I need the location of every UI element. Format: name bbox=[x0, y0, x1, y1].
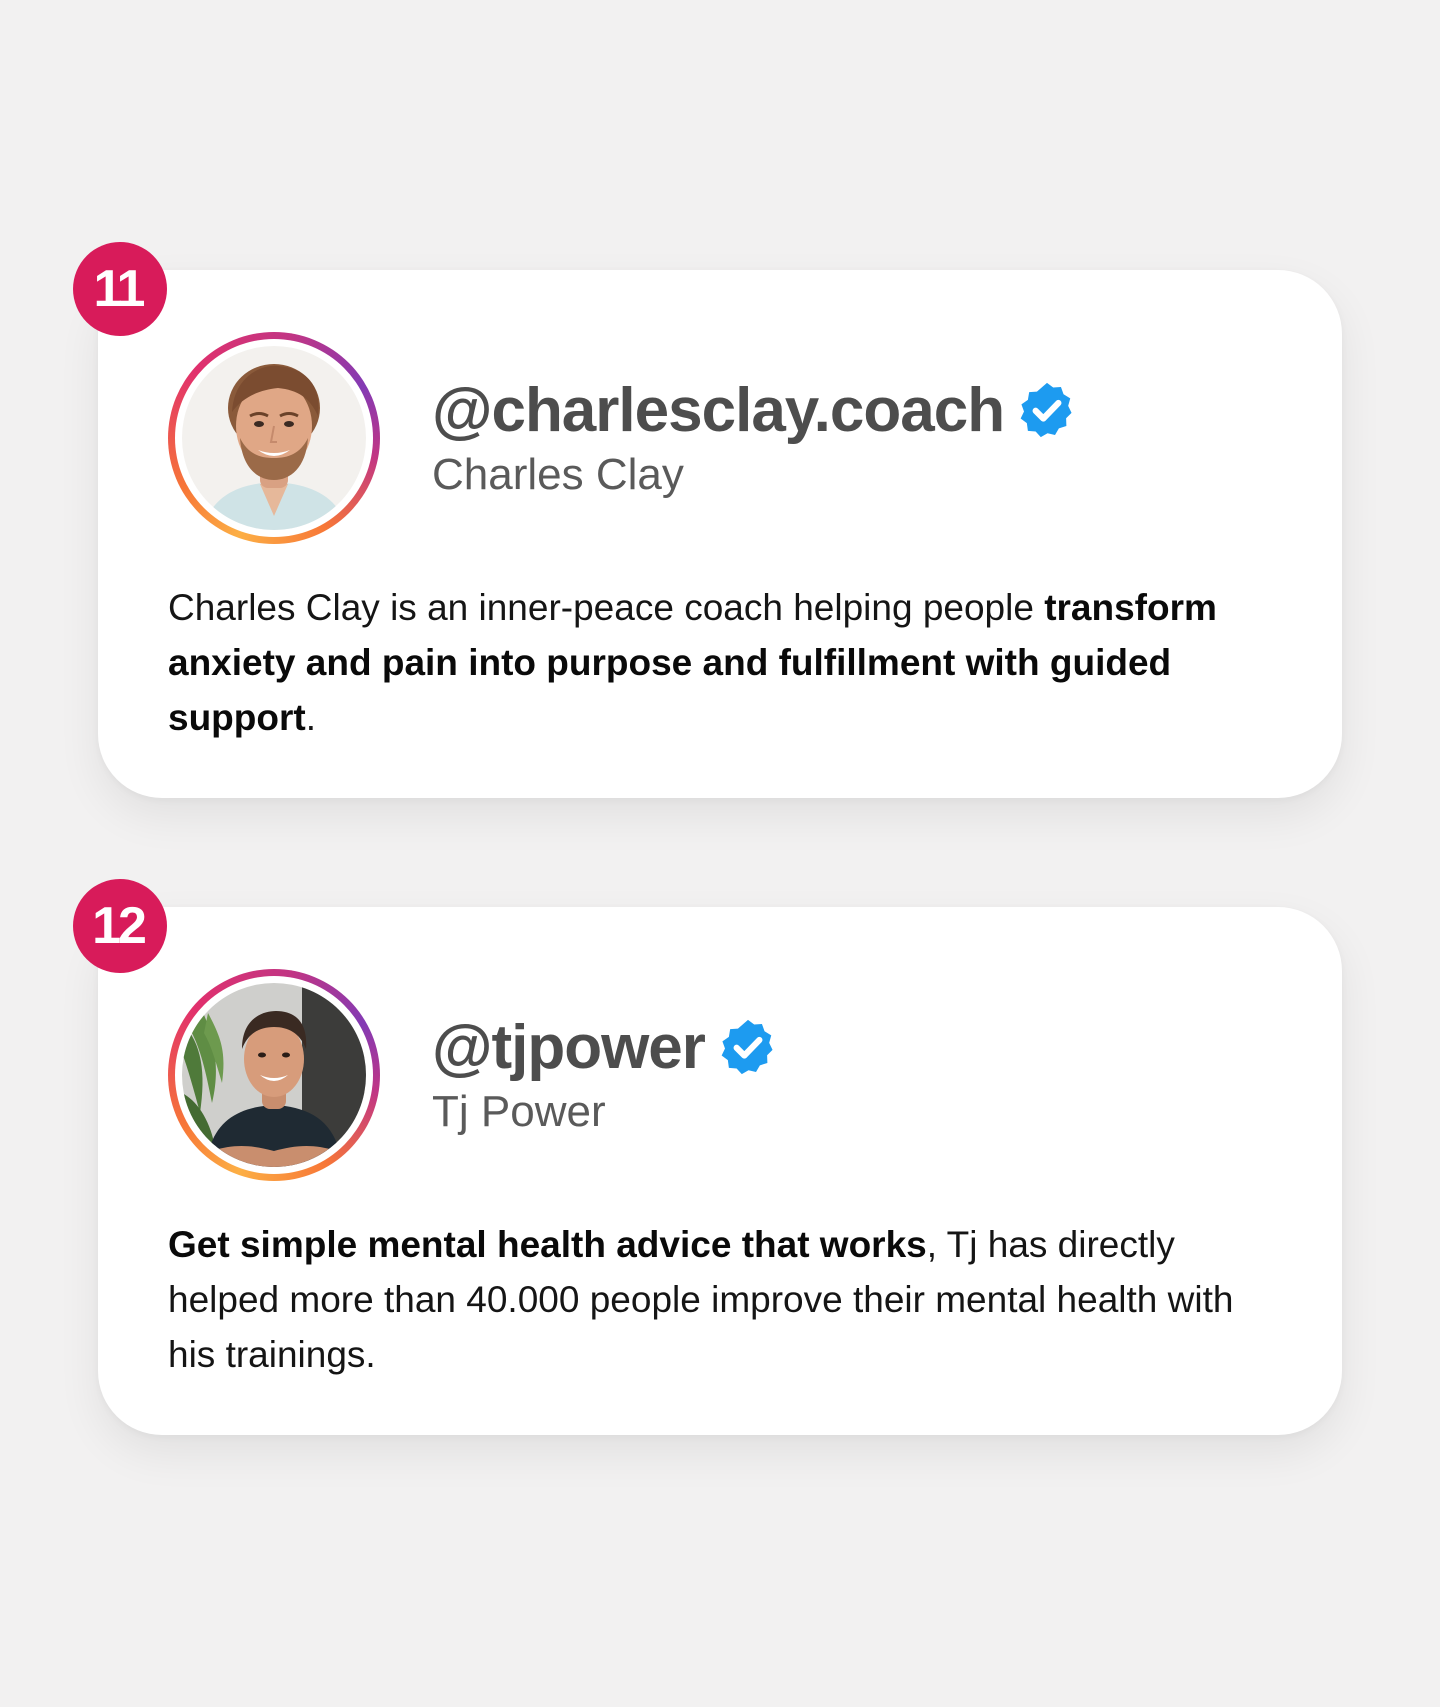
display-name: Charles Clay bbox=[432, 450, 684, 499]
rank-number: 12 bbox=[92, 897, 147, 955]
verified-badge-icon bbox=[717, 1016, 779, 1078]
bio-highlight: Get simple mental health advice that wor… bbox=[168, 1224, 927, 1265]
bio-text-end: . bbox=[305, 697, 316, 738]
rank-badge: 12 bbox=[73, 879, 167, 973]
profile-bio: Charles Clay is an inner-peace coach hel… bbox=[168, 580, 1278, 745]
handle-row: @charlesclay.coach bbox=[432, 374, 1078, 446]
profile-card-charlesclay: 11 @charlesclay.coach Charles Clay Charl… bbox=[73, 242, 1342, 798]
profile-card-tjpower: 12 @tjpower Tj Power Get simple mental h… bbox=[73, 879, 1342, 1435]
rank-badge: 11 bbox=[73, 242, 167, 336]
display-name: Tj Power bbox=[432, 1087, 606, 1136]
avatar bbox=[182, 983, 366, 1167]
verified-badge-icon bbox=[1016, 379, 1078, 441]
avatar-ring-gap bbox=[175, 339, 373, 537]
avatar-story-ring[interactable] bbox=[168, 969, 380, 1181]
rank-number: 11 bbox=[93, 260, 146, 318]
profile-handle[interactable]: @charlesclay.coach bbox=[432, 375, 1005, 446]
avatar bbox=[182, 346, 366, 530]
profile-bio: Get simple mental health advice that wor… bbox=[168, 1217, 1278, 1382]
handle-row: @tjpower bbox=[432, 1011, 779, 1083]
avatar-photo-charlesclay bbox=[182, 346, 366, 530]
profile-handle[interactable]: @tjpower bbox=[432, 1012, 706, 1083]
avatar-story-ring[interactable] bbox=[168, 332, 380, 544]
bio-text: Charles Clay is an inner-peace coach hel… bbox=[168, 587, 1045, 628]
avatar-ring-gap bbox=[175, 976, 373, 1174]
avatar-photo-tjpower bbox=[182, 983, 366, 1167]
